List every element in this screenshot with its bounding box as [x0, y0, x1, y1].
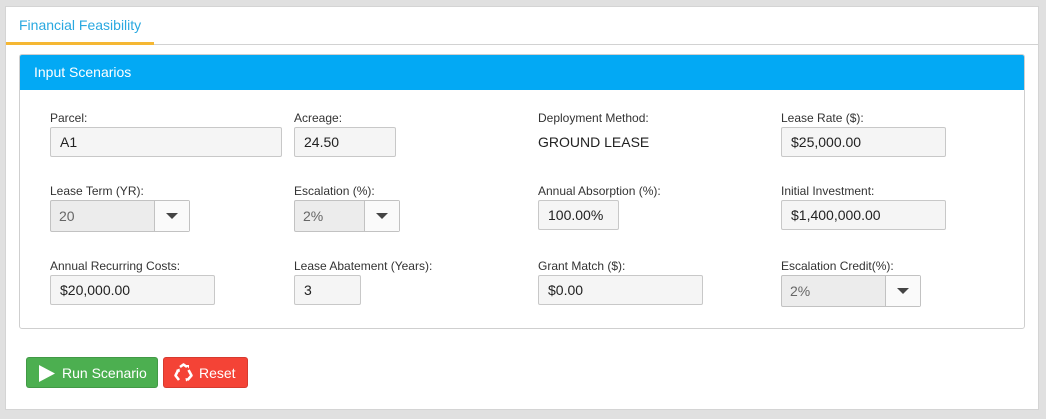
parcel-input[interactable]: A1 [50, 127, 282, 157]
grant-match-label: Grant Match ($): [538, 259, 626, 273]
input-scenarios-panel: Input Scenarios Parcel: A1 Acreage: 24.5… [19, 54, 1025, 329]
lease-term-label: Lease Term (YR): [50, 184, 144, 198]
escalation-credit-field: Escalation Credit(%): 2% [781, 259, 921, 307]
escalation-select[interactable]: 2% [294, 200, 400, 232]
acreage-label: Acreage: [294, 111, 343, 125]
recycle-icon [174, 363, 193, 382]
lease-term-field: Lease Term (YR): 20 [50, 184, 190, 232]
escalation-credit-value: 2% [790, 283, 811, 299]
tab-financial-feasibility[interactable]: Financial Feasibility [6, 7, 155, 45]
acreage-field: Acreage: 24.50 [294, 111, 396, 157]
lease-term-select[interactable]: 20 [50, 200, 190, 232]
annual-absorption-field: Annual Absorption (%): 100.00% [538, 184, 661, 230]
lease-rate-label: Lease Rate ($): [781, 111, 864, 125]
lease-rate-field: Lease Rate ($): $25,000.00 [781, 111, 946, 157]
lease-term-value: 20 [59, 208, 75, 224]
lease-abatement-field: Lease Abatement (Years): 3 [294, 259, 432, 305]
initial-investment-input[interactable]: $1,400,000.00 [781, 200, 946, 230]
panel-title: Input Scenarios [20, 55, 1024, 90]
annual-recurring-costs-input[interactable]: $20,000.00 [50, 275, 215, 305]
parcel-field: Parcel: A1 [50, 111, 282, 157]
escalation-credit-label: Escalation Credit(%): [781, 259, 894, 273]
deployment-method-field: Deployment Method: GROUND LEASE [538, 111, 649, 157]
lease-term-dropdown-button[interactable] [154, 201, 189, 231]
app-frame: Financial Feasibility Input Scenarios Pa… [5, 6, 1039, 410]
annual-absorption-label: Annual Absorption (%): [538, 184, 661, 198]
parcel-label: Parcel: [50, 111, 88, 125]
reset-button[interactable]: Reset [163, 357, 248, 388]
caret-down-icon [376, 213, 388, 219]
run-scenario-label: Run Scenario [62, 365, 147, 381]
escalation-dropdown-button[interactable] [364, 201, 399, 231]
escalation-field: Escalation (%): 2% [294, 184, 400, 232]
initial-investment-field: Initial Investment: $1,400,000.00 [781, 184, 946, 230]
annual-recurring-costs-label: Annual Recurring Costs: [50, 259, 181, 273]
deployment-method-value: GROUND LEASE [538, 134, 650, 150]
grant-match-input[interactable]: $0.00 [538, 275, 703, 305]
run-scenario-button[interactable]: Run Scenario [26, 357, 158, 388]
annual-recurring-costs-field: Annual Recurring Costs: $20,000.00 [50, 259, 215, 305]
grant-match-field: Grant Match ($): $0.00 [538, 259, 703, 305]
caret-down-icon [166, 213, 178, 219]
lease-abatement-input[interactable]: 3 [294, 275, 361, 305]
caret-down-icon [897, 288, 909, 294]
escalation-label: Escalation (%): [294, 184, 375, 198]
lease-rate-input[interactable]: $25,000.00 [781, 127, 946, 157]
escalation-value: 2% [303, 208, 324, 224]
annual-absorption-input[interactable]: 100.00% [538, 200, 619, 230]
play-icon [39, 365, 55, 382]
lease-abatement-label: Lease Abatement (Years): [294, 259, 433, 273]
initial-investment-label: Initial Investment: [781, 184, 875, 198]
reset-label: Reset [199, 365, 236, 381]
escalation-credit-dropdown-button[interactable] [885, 276, 920, 306]
tab-bar: Financial Feasibility [6, 7, 1038, 45]
acreage-input[interactable]: 24.50 [294, 127, 396, 157]
escalation-credit-select[interactable]: 2% [781, 275, 921, 307]
deployment-method-label: Deployment Method: [538, 111, 649, 125]
